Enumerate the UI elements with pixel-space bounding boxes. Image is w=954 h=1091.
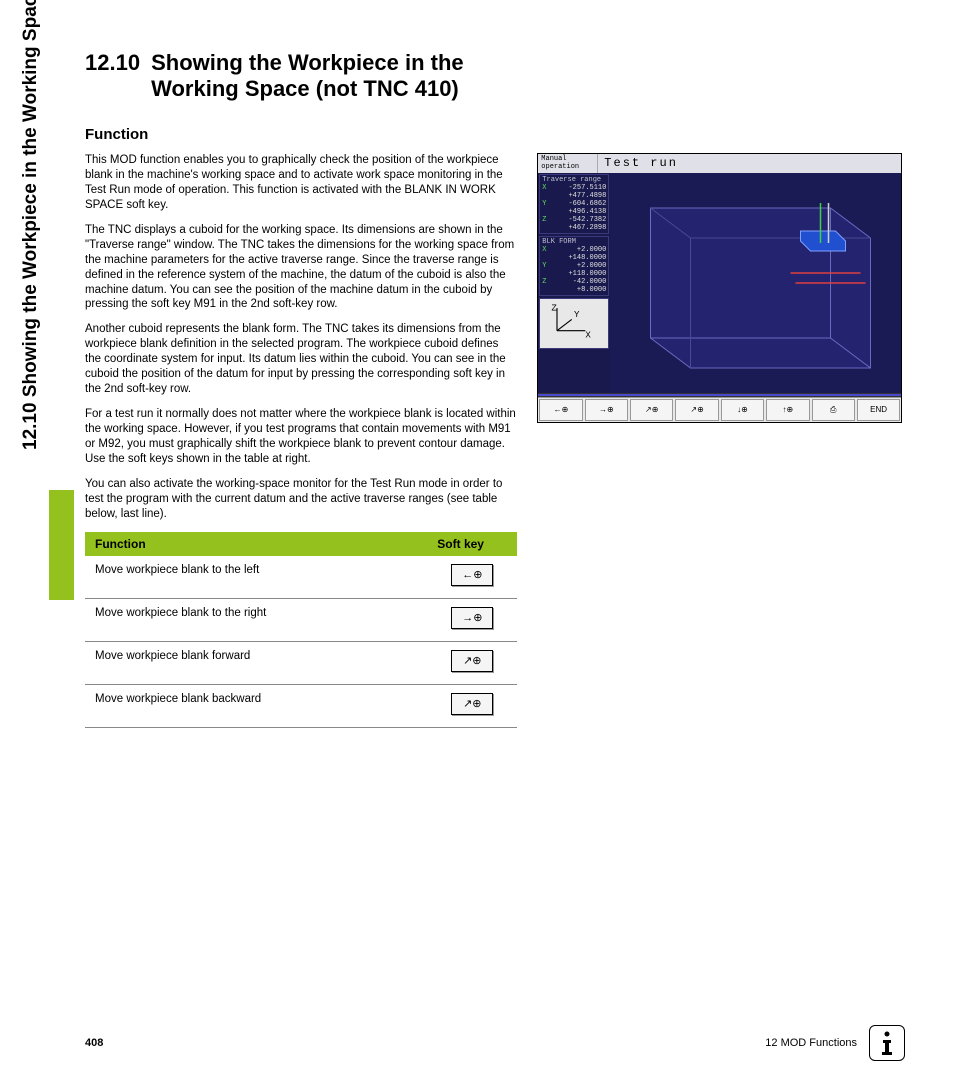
softkey-move-forward-icon: ↗⊕ (451, 650, 493, 672)
table-row: Move workpiece blank to the right →⊕ (85, 598, 517, 641)
paragraph: For a test run it normally does not matt… (85, 407, 517, 467)
heading-title: Showing the Workpiece in the Working Spa… (151, 50, 531, 102)
traverse-range-title: Traverse range (542, 176, 606, 184)
svg-text:Y: Y (574, 310, 580, 321)
section-heading-function: Function (85, 126, 905, 143)
table-cell-function: Move workpiece blank to the left (85, 556, 427, 599)
page-content: 12.10 Showing the Workpiece in the Worki… (85, 50, 905, 728)
info-icon (869, 1025, 905, 1061)
table-cell-function: Move workpiece blank forward (85, 641, 427, 684)
axis-value: +118.0000 (552, 270, 606, 278)
axis-label: Z (542, 278, 552, 286)
mode-label-small: Manual operation (538, 154, 598, 173)
softkey-end[interactable]: END (857, 399, 900, 421)
traverse-range-panel: Traverse range X-257.5110 +477.4898 Y-60… (539, 174, 609, 234)
axis-label: Z (542, 216, 552, 224)
axis-label: Y (542, 200, 552, 208)
table-header-softkey: Soft key (427, 532, 517, 556)
heading-number: 12.10 (85, 50, 145, 76)
tnc-screenshot: Manual operation Test run Traverse range… (537, 153, 902, 423)
blk-form-panel: BLK FORM X+2.0000 +148.0000 Y+2.0000 +11… (539, 236, 609, 296)
softkey-print[interactable]: ⎙ (812, 399, 855, 421)
softkey-move-forward[interactable]: ↗⊕ (630, 399, 673, 421)
axis-label: X (542, 184, 552, 192)
softkey-move-left[interactable]: ←⊕ (539, 399, 582, 421)
axis-value: +8.0000 (552, 286, 606, 294)
softkey-move-down[interactable]: ↓⊕ (721, 399, 764, 421)
axis-value: +2.0000 (552, 246, 606, 254)
table-cell-function: Move workpiece blank to the right (85, 598, 427, 641)
softkey-move-right[interactable]: →⊕ (585, 399, 628, 421)
axis-label: X (542, 246, 552, 254)
axis-value: -42.0000 (552, 278, 606, 286)
text-column: This MOD function enables you to graphic… (85, 153, 517, 728)
page-number: 408 (85, 1037, 103, 1049)
softkey-move-backward[interactable]: ↗⊕ (675, 399, 718, 421)
softkey-move-right-icon: →⊕ (451, 607, 493, 629)
svg-text:Z: Z (552, 303, 558, 314)
axis-value: -257.5110 (552, 184, 606, 192)
screenshot-column: Manual operation Test run Traverse range… (537, 153, 905, 423)
table-row: Move workpiece blank forward ↗⊕ (85, 641, 517, 684)
axis-value: +467.2898 (552, 224, 606, 232)
softkey-move-left-icon: ←⊕ (451, 564, 493, 586)
softkey-function-table: Function Soft key Move workpiece blank t… (85, 532, 517, 728)
section-tab-marker (49, 490, 74, 600)
softkey-move-backward-icon: ↗⊕ (451, 693, 493, 715)
axis-value: +148.0000 (552, 254, 606, 262)
page-heading: 12.10 Showing the Workpiece in the Worki… (85, 50, 905, 102)
softkey-move-up[interactable]: ↑⊕ (766, 399, 809, 421)
axis-label: Y (542, 262, 552, 270)
table-cell-function: Move workpiece blank backward (85, 684, 427, 727)
sidebar-section-label: 12.10 Showing the Workpiece in the Worki… (20, 0, 42, 450)
mode-label-big: Test run (598, 154, 901, 173)
blk-form-title: BLK FORM (542, 238, 606, 246)
axis-value: +496.4138 (552, 208, 606, 216)
chapter-label: 12 MOD Functions (765, 1037, 857, 1049)
svg-text:X: X (586, 330, 592, 341)
table-row: Move workpiece blank to the left ←⊕ (85, 556, 517, 599)
paragraph: This MOD function enables you to graphic… (85, 153, 517, 213)
axis-value: +477.4898 (552, 192, 606, 200)
table-header-function: Function (85, 532, 427, 556)
axis-value: -542.7382 (552, 216, 606, 224)
tnc-side-panel: Traverse range X-257.5110 +477.4898 Y-60… (538, 173, 610, 393)
tnc-softkey-row: ←⊕ →⊕ ↗⊕ ↗⊕ ↓⊕ ↑⊕ ⎙ END (538, 397, 901, 422)
paragraph: The TNC displays a cuboid for the workin… (85, 223, 517, 313)
page-footer: 408 12 MOD Functions (85, 1025, 905, 1061)
paragraph: You can also activate the working-space … (85, 477, 517, 522)
axis-value: +2.0000 (552, 262, 606, 270)
table-row: Move workpiece blank backward ↗⊕ (85, 684, 517, 727)
paragraph: Another cuboid represents the blank form… (85, 322, 517, 397)
tnc-3d-viewport (610, 173, 901, 393)
axis-orientation-icon: Z Y X (539, 298, 609, 348)
axis-value: -604.6862 (552, 200, 606, 208)
